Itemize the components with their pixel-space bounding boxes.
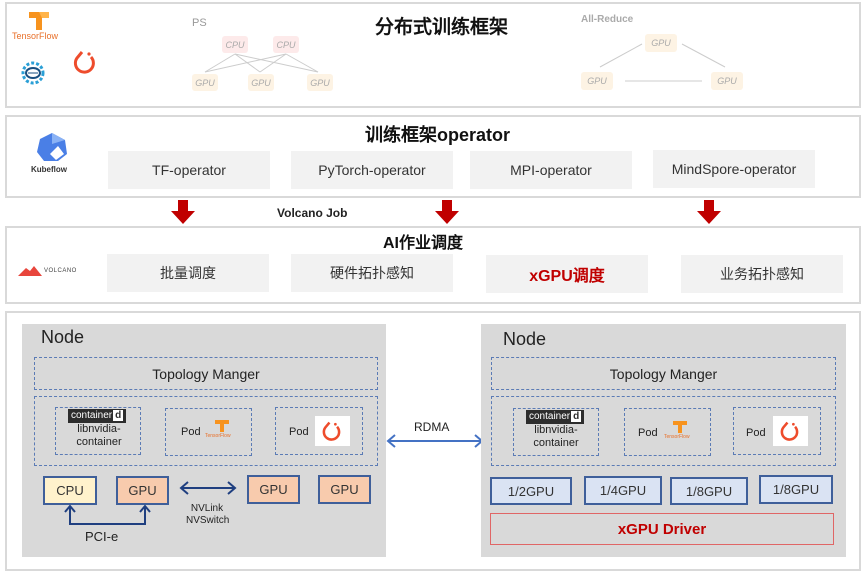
operator-box-mindspore: MindSpore-operator [653, 150, 815, 188]
tensorflow-mini-label: TensorFlow [664, 434, 690, 440]
ps-links [204, 53, 319, 73]
topology-manager-left: Topology Manger [34, 357, 378, 390]
tensorflow-label: TensorFlow [12, 31, 59, 41]
node-right-title: Node [503, 329, 547, 349]
down-arrow-icon [171, 200, 195, 224]
xgpu-driver-box: xGPU Driver [490, 513, 834, 545]
kubeflow-logo-icon [37, 133, 67, 161]
node-left-title: Node [41, 327, 85, 347]
allreduce-links [599, 43, 726, 82]
schedule-box-hardware-topology: 硬件拓扑感知 [291, 254, 453, 292]
rdma-label: RDMA [414, 420, 450, 434]
pod-tensorflow-left [165, 408, 252, 456]
kubeflow-wheel-icon [21, 61, 45, 85]
operator-box-tf: TF-operator [108, 151, 270, 189]
topology-manager-right: Topology Manger [491, 357, 836, 390]
down-arrow-icon [697, 200, 721, 224]
nvlink-label: NVLink NVSwitch [186, 503, 230, 526]
pytorch-icon [322, 421, 341, 441]
volcano-label: VOLCANO [44, 268, 77, 274]
pod-label: Pod [181, 426, 201, 438]
gpu-chip: GPU [247, 475, 300, 504]
down-arrow-icon [435, 200, 459, 224]
distributed-training-title: 分布式训练框架 [375, 17, 509, 38]
schedule-box-batch: 批量调度 [107, 254, 269, 292]
vgpu-chip: 1/2GPU [490, 477, 572, 505]
ps-label: PS [192, 17, 207, 29]
scheduling-title: AI作业调度 [383, 235, 464, 252]
volcano-logo-icon [18, 266, 42, 276]
schedule-box-business-topology: 业务拓扑感知 [681, 255, 843, 293]
operator-box-pytorch: PyTorch-operator [291, 151, 453, 189]
allreduce-label: All-Reduce [581, 14, 634, 25]
pcie-label: PCI-e [85, 529, 119, 544]
operator-title: 训练框架operator [365, 125, 511, 145]
volcano-job-label: Volcano Job [277, 206, 348, 220]
vgpu-chip: 1/8GPU [670, 477, 748, 505]
vgpu-chip: 1/4GPU [584, 476, 662, 505]
nvlink-arrow-icon [179, 481, 237, 495]
pytorch-icon [780, 421, 799, 441]
gpu-chip: GPU [116, 476, 169, 505]
tensorflow-mini-label: TensorFlow [205, 433, 231, 439]
rdma-arrow-icon [386, 434, 484, 448]
pytorch-logo-icon [73, 51, 95, 74]
pcie-connector-icon [64, 504, 151, 525]
pod-label: Pod [289, 426, 309, 438]
tensorflow-icon [215, 420, 229, 432]
libnvidia-label-left: libnvidia-container [76, 423, 122, 448]
gpu-chip: GPU [318, 475, 371, 504]
pod-label: Pod [638, 427, 658, 439]
tensorflow-logo-icon [29, 12, 49, 30]
vgpu-chip: 1/8GPU [759, 475, 833, 504]
tensorflow-icon [673, 421, 687, 433]
kubeflow-label: Kubeflow [31, 165, 67, 174]
containerd-logo-left: container d [68, 409, 127, 423]
schedule-box-xgpu: xGPU调度 [486, 255, 648, 293]
pod-label: Pod [746, 427, 766, 439]
libnvidia-label-right: libnvidia-container [533, 424, 579, 449]
operator-box-mpi: MPI-operator [470, 151, 632, 189]
cpu-chip: CPU [43, 476, 97, 505]
containerd-logo-right: container d [526, 410, 585, 424]
